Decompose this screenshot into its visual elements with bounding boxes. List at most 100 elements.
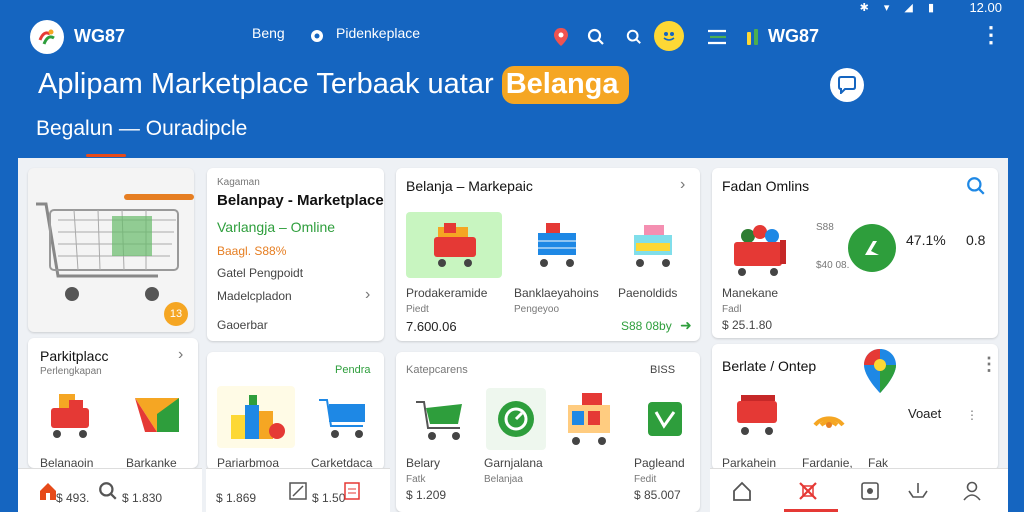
kat-thumb-2[interactable] [486,388,546,450]
toys-thumb-1[interactable] [217,386,295,448]
grid-icon[interactable] [858,479,882,503]
belanja-title: Belanja – Markepaic [406,178,533,194]
marketplace-line-3: Gaoerbar [217,318,268,332]
top-bar: WG87 Beng Pidenkeplace WG87 ⋮ [18,18,1008,56]
katepcarens-card[interactable]: Katepcarens BISS Belary Fatk $ 1.209 Gar… [396,352,700,512]
overflow-menu-icon[interactable]: ⋮ [980,22,1002,48]
home-icon[interactable] [730,479,754,503]
kat-sub-2: Belanjaa [484,474,523,485]
kat-thumb-3[interactable] [560,388,622,450]
green-clock-icon [498,401,534,437]
left-nav-price-1: $ 493. [56,491,90,505]
fashion-price: $ 25.1.80 [722,318,773,332]
brand-name: WG87 [74,26,126,46]
toys-thumb-2[interactable] [311,386,377,448]
hero-title-pill: Belanga [501,66,629,104]
cart-badge: 13 [164,302,188,326]
product-label-3: Paenoldids [618,286,678,300]
gift-cart-icon [51,394,89,438]
hero-underline [86,154,126,157]
arrow-right-icon[interactable]: ➜ [680,317,692,334]
hero-title-text: Aplipam Marketplace Terbaak uatar [38,68,502,100]
status-icons: ✱ ▾ ◢ ▮ [859,2,940,14]
status-bar: ✱ ▾ ◢ ▮ 12.00 [0,0,1024,16]
fashion-thumb[interactable] [722,218,798,282]
tray-icon[interactable] [906,479,930,503]
fashion-card[interactable]: Fadan Omlins S88 $40 08. 47.1% 0.8 Manek… [712,168,998,338]
status-time: 12.00 [969,0,1002,15]
bottles-icon[interactable] [740,24,766,50]
belate-more-icon[interactable]: ⋮ [966,408,978,422]
search-icon[interactable] [583,24,609,50]
chat-icon[interactable] [830,68,864,102]
belate-thumb-1[interactable] [722,386,792,444]
kat-thumb-1[interactable] [406,388,478,450]
kat-price-3: $ 85.007 [634,488,681,502]
blocks-icon [231,395,285,439]
parkitplacc-label-1: Belanaoin [40,456,94,468]
fashion-title: Fadan Omlins [722,178,810,194]
parkitplacc-sub: Perlengkapan [40,366,102,377]
product-sub-2: Pengeyoo [514,304,560,315]
app-green-icon[interactable] [848,224,896,272]
blue-cart-icon [319,399,365,438]
belanja-link[interactable]: S88 08by [621,319,672,333]
expand-icon[interactable] [286,479,310,503]
kat-thumb-4[interactable] [636,388,694,450]
chevron-right-icon[interactable]: › [178,346,183,364]
toys-card[interactable]: Pendra Pariarbmoa Carketdaca [207,352,384,470]
marketplace-line-2[interactable]: Madelcpladon [217,289,292,303]
fashion-sub: Fadl [722,304,742,315]
profile-icon[interactable] [960,479,984,503]
marketplace-online: Varlangja – Omline [217,219,336,235]
location-icon[interactable] [304,24,330,50]
belate-card[interactable]: Berlate / Ontep ⋮ Voaet ⋮ Parkahein Fard… [712,344,998,470]
nav-link-beng[interactable]: Beng [252,25,285,41]
overflow-menu-icon[interactable]: ⋮ [980,354,998,375]
red-cart-icon [737,395,777,435]
belate-thumb-2[interactable] [804,388,854,442]
bottom-nav-right [710,468,1008,512]
search-icon-secondary[interactable] [621,24,647,50]
product-label-1: Prodakeramide [406,286,488,300]
chevron-right-icon[interactable]: › [680,176,685,194]
marketplace-line-1: Gatel Pengpoidt [217,266,304,280]
fashion-value: 0.8 [966,232,986,248]
profile-face-icon[interactable] [654,21,684,51]
app-logo[interactable] [30,20,64,54]
fashion-small-2: $40 08. [816,260,850,271]
marketplace-title: Belanpay - Marketplace [217,192,384,209]
hero-subtitle: Begalun — Ouradipcle [36,117,248,140]
cart-hero-card[interactable]: 13 [28,168,194,332]
kat-sub-1: Fatk [406,474,426,485]
parkitplacc-thumb-1[interactable] [38,386,104,444]
marketplace-card[interactable]: Kagaman Belanpay - Marketplace Varlangja… [207,168,384,341]
search-icon[interactable] [96,479,120,503]
marketplace-discount: Baagl. S88% [217,244,287,258]
katepcarens-tag: BISS [650,364,676,376]
bottom-nav-left: $ 493. $ 1.830 [18,468,202,512]
blue-cart-icon [538,223,576,267]
product-thumb-1[interactable] [406,212,502,278]
pink-cart-icon [634,225,672,267]
belate-title: Berlate / Ontep [722,358,817,374]
kat-label-1: Belary [406,456,441,470]
shuffle-icon[interactable] [796,479,820,503]
fashion-percent: 47.1% [906,232,946,248]
belanja-card[interactable]: Belanja – Markepaic › Prodakeramide Pied… [396,168,700,341]
product-thumb-3[interactable] [610,212,694,278]
menu-lines-icon[interactable] [704,24,730,50]
nav-link-marketplace[interactable]: Pidenkeplace [336,25,420,41]
logo-icon [38,29,55,45]
search-icon[interactable] [966,176,986,201]
pin-icon[interactable] [548,24,574,50]
belate-thumb-3[interactable] [862,344,898,398]
chevron-right-icon[interactable]: › [365,286,370,304]
doc-icon[interactable] [340,479,364,503]
product-thumb-2[interactable] [514,212,598,278]
green-app-icon [648,402,682,436]
kat-label-3: Pagleand [634,456,685,470]
kat-label-2: Garnjalana [484,456,543,470]
parkitplacc-card[interactable]: Parkitplacc › Perlengkapan Belanaoin Bar… [28,338,198,468]
parkitplacc-thumb-2[interactable] [124,386,190,444]
